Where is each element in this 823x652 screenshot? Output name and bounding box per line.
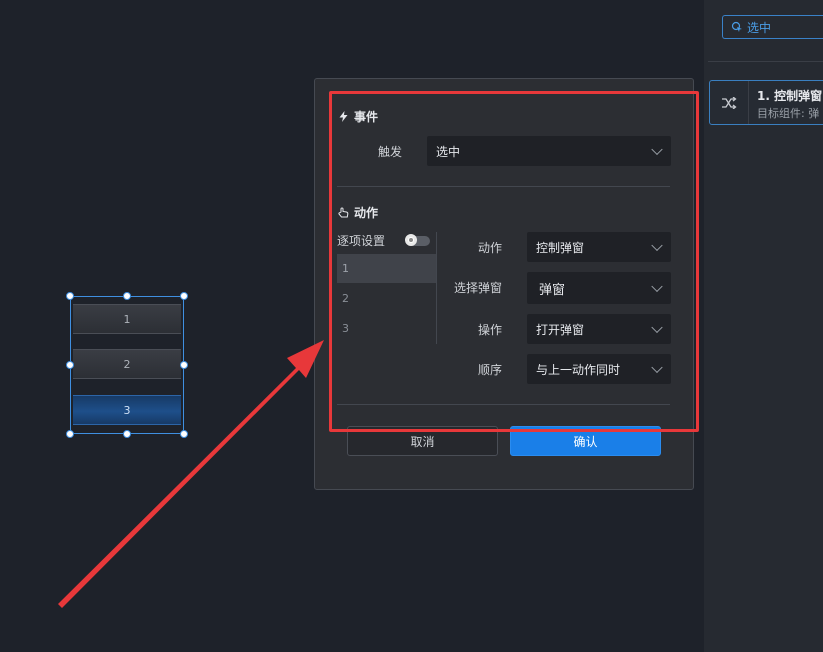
chevron-down-icon bbox=[651, 143, 663, 156]
lightning-icon bbox=[339, 111, 348, 122]
action-card-title: 1. 控制弹窗 bbox=[757, 89, 823, 103]
chevron-down-icon bbox=[651, 321, 663, 334]
per-item-toggle[interactable] bbox=[405, 234, 430, 246]
resize-handle[interactable] bbox=[180, 430, 188, 438]
resize-handle[interactable] bbox=[180, 292, 188, 300]
event-trigger-chip[interactable]: 选中 bbox=[722, 15, 823, 39]
resize-handle[interactable] bbox=[66, 361, 74, 369]
trigger-select-value: 选中 bbox=[436, 144, 461, 159]
right-panel-divider bbox=[708, 61, 823, 62]
action-list-item[interactable]: 1 bbox=[337, 254, 436, 283]
trigger-label: 触发 bbox=[377, 145, 402, 159]
resize-handle[interactable] bbox=[66, 430, 74, 438]
confirm-button[interactable]: 确认 bbox=[510, 426, 661, 456]
action-list-item[interactable]: 2 bbox=[337, 284, 436, 313]
order-select[interactable]: 与上一动作同时 bbox=[527, 354, 671, 384]
footer-divider bbox=[337, 404, 670, 405]
resize-handle[interactable] bbox=[123, 292, 131, 300]
operation-select[interactable]: 打开弹窗 bbox=[527, 314, 671, 344]
order-label: 顺序 bbox=[477, 363, 502, 377]
chevron-down-icon bbox=[651, 280, 663, 293]
action-list-item[interactable]: 3 bbox=[337, 314, 436, 343]
event-section-title-text: 事件 bbox=[354, 110, 379, 124]
resize-handle[interactable] bbox=[123, 430, 131, 438]
list-divider bbox=[436, 232, 437, 344]
per-item-setting-label: 逐项设置 bbox=[337, 234, 386, 248]
cursor-click-icon bbox=[731, 21, 742, 32]
trigger-select[interactable]: 选中 bbox=[427, 136, 671, 166]
shuffle-icon bbox=[710, 81, 749, 124]
order-select-value: 与上一动作同时 bbox=[536, 362, 621, 377]
action-card-subtitle: 目标组件: 弹 bbox=[757, 107, 820, 120]
operation-label: 操作 bbox=[477, 323, 502, 337]
section-divider bbox=[337, 186, 670, 187]
list-widget[interactable]: 1 2 3 bbox=[66, 292, 188, 438]
resize-handle[interactable] bbox=[66, 292, 74, 300]
cancel-button[interactable]: 取消 bbox=[347, 426, 498, 456]
event-section-title: 事件 bbox=[338, 108, 378, 125]
resize-handle[interactable] bbox=[180, 361, 188, 369]
event-trigger-chip-label: 选中 bbox=[747, 20, 772, 35]
popup-select[interactable]: 弹窗 bbox=[527, 272, 671, 304]
chevron-down-icon bbox=[651, 361, 663, 374]
action-section-title-text: 动作 bbox=[354, 206, 379, 220]
action-card[interactable]: 1. 控制弹窗 目标组件: 弹 bbox=[709, 80, 823, 125]
action-select-value: 控制弹窗 bbox=[536, 240, 585, 255]
action-label: 动作 bbox=[477, 241, 502, 255]
operation-select-value: 打开弹窗 bbox=[536, 322, 585, 337]
select-popup-label: 选择弹窗 bbox=[453, 281, 502, 295]
selection-border bbox=[70, 296, 184, 434]
chevron-down-icon bbox=[651, 239, 663, 252]
action-section-title: 动作 bbox=[338, 204, 378, 221]
action-select[interactable]: 控制弹窗 bbox=[527, 232, 671, 262]
toggle-knob bbox=[405, 234, 417, 246]
popup-select-value: 弹窗 bbox=[539, 282, 566, 298]
hand-pointer-icon bbox=[338, 207, 349, 218]
